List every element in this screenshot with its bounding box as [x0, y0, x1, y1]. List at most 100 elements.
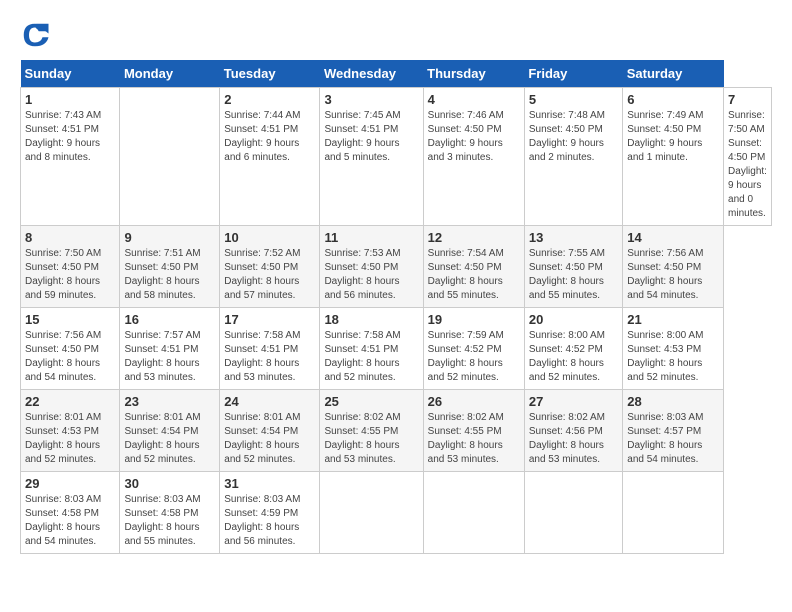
day-info: Sunrise: 7:54 AMSunset: 4:50 PMDaylight:…	[428, 248, 504, 301]
logo	[20, 20, 54, 50]
calendar-day-4: 4 Sunrise: 7:46 AMSunset: 4:50 PMDayligh…	[423, 88, 524, 226]
day-number: 3	[324, 92, 418, 107]
calendar-day-empty	[623, 472, 724, 554]
day-info: Sunrise: 8:03 AMSunset: 4:57 PMDaylight:…	[627, 412, 703, 465]
calendar-day-empty	[423, 472, 524, 554]
day-number: 7	[728, 92, 767, 107]
day-number: 27	[529, 394, 618, 409]
calendar-day-31: 31 Sunrise: 8:03 AMSunset: 4:59 PMDaylig…	[220, 472, 320, 554]
calendar-day-23: 23 Sunrise: 8:01 AMSunset: 4:54 PMDaylig…	[120, 390, 220, 472]
day-number: 30	[124, 476, 215, 491]
calendar-day-9: 9 Sunrise: 7:51 AMSunset: 4:50 PMDayligh…	[120, 226, 220, 308]
day-of-week-thursday: Thursday	[423, 60, 524, 88]
day-of-week-wednesday: Wednesday	[320, 60, 423, 88]
day-info: Sunrise: 7:52 AMSunset: 4:50 PMDaylight:…	[224, 248, 300, 301]
calendar-header-row: SundayMondayTuesdayWednesdayThursdayFrid…	[21, 60, 772, 88]
day-number: 25	[324, 394, 418, 409]
day-number: 1	[25, 92, 115, 107]
day-number: 8	[25, 230, 115, 245]
calendar: SundayMondayTuesdayWednesdayThursdayFrid…	[20, 60, 772, 554]
calendar-week-1: 1 Sunrise: 7:43 AMSunset: 4:51 PMDayligh…	[21, 88, 772, 226]
calendar-day-8: 8 Sunrise: 7:50 AMSunset: 4:50 PMDayligh…	[21, 226, 120, 308]
calendar-day-empty	[320, 472, 423, 554]
calendar-day-6: 6 Sunrise: 7:49 AMSunset: 4:50 PMDayligh…	[623, 88, 724, 226]
day-info: Sunrise: 7:50 AMSunset: 4:50 PMDaylight:…	[25, 248, 101, 301]
page-header	[20, 20, 772, 50]
calendar-day-27: 27 Sunrise: 8:02 AMSunset: 4:56 PMDaylig…	[524, 390, 622, 472]
day-number: 18	[324, 312, 418, 327]
day-info: Sunrise: 7:43 AMSunset: 4:51 PMDaylight:…	[25, 110, 101, 163]
calendar-week-2: 8 Sunrise: 7:50 AMSunset: 4:50 PMDayligh…	[21, 226, 772, 308]
day-info: Sunrise: 7:58 AMSunset: 4:51 PMDaylight:…	[224, 330, 300, 383]
calendar-day-20: 20 Sunrise: 8:00 AMSunset: 4:52 PMDaylig…	[524, 308, 622, 390]
day-number: 28	[627, 394, 719, 409]
day-info: Sunrise: 8:01 AMSunset: 4:53 PMDaylight:…	[25, 412, 101, 465]
day-number: 13	[529, 230, 618, 245]
calendar-day-24: 24 Sunrise: 8:01 AMSunset: 4:54 PMDaylig…	[220, 390, 320, 472]
day-info: Sunrise: 8:03 AMSunset: 4:58 PMDaylight:…	[124, 494, 200, 547]
calendar-day-18: 18 Sunrise: 7:58 AMSunset: 4:51 PMDaylig…	[320, 308, 423, 390]
day-number: 9	[124, 230, 215, 245]
day-number: 10	[224, 230, 315, 245]
calendar-day-22: 22 Sunrise: 8:01 AMSunset: 4:53 PMDaylig…	[21, 390, 120, 472]
day-number: 11	[324, 230, 418, 245]
day-info: Sunrise: 8:02 AMSunset: 4:55 PMDaylight:…	[428, 412, 504, 465]
calendar-day-30: 30 Sunrise: 8:03 AMSunset: 4:58 PMDaylig…	[120, 472, 220, 554]
calendar-day-3: 3 Sunrise: 7:45 AMSunset: 4:51 PMDayligh…	[320, 88, 423, 226]
calendar-day-14: 14 Sunrise: 7:56 AMSunset: 4:50 PMDaylig…	[623, 226, 724, 308]
calendar-day-19: 19 Sunrise: 7:59 AMSunset: 4:52 PMDaylig…	[423, 308, 524, 390]
day-info: Sunrise: 8:00 AMSunset: 4:53 PMDaylight:…	[627, 330, 703, 383]
day-of-week-saturday: Saturday	[623, 60, 724, 88]
day-info: Sunrise: 7:45 AMSunset: 4:51 PMDaylight:…	[324, 110, 400, 163]
day-number: 19	[428, 312, 520, 327]
day-info: Sunrise: 7:44 AMSunset: 4:51 PMDaylight:…	[224, 110, 300, 163]
day-number: 29	[25, 476, 115, 491]
day-info: Sunrise: 7:53 AMSunset: 4:50 PMDaylight:…	[324, 248, 400, 301]
day-info: Sunrise: 7:59 AMSunset: 4:52 PMDaylight:…	[428, 330, 504, 383]
calendar-day-25: 25 Sunrise: 8:02 AMSunset: 4:55 PMDaylig…	[320, 390, 423, 472]
day-info: Sunrise: 8:02 AMSunset: 4:56 PMDaylight:…	[529, 412, 605, 465]
day-of-week-monday: Monday	[120, 60, 220, 88]
calendar-day-16: 16 Sunrise: 7:57 AMSunset: 4:51 PMDaylig…	[120, 308, 220, 390]
day-info: Sunrise: 7:56 AMSunset: 4:50 PMDaylight:…	[627, 248, 703, 301]
day-number: 5	[529, 92, 618, 107]
day-number: 16	[124, 312, 215, 327]
calendar-day-10: 10 Sunrise: 7:52 AMSunset: 4:50 PMDaylig…	[220, 226, 320, 308]
calendar-week-4: 22 Sunrise: 8:01 AMSunset: 4:53 PMDaylig…	[21, 390, 772, 472]
day-info: Sunrise: 7:46 AMSunset: 4:50 PMDaylight:…	[428, 110, 504, 163]
day-info: Sunrise: 8:02 AMSunset: 4:55 PMDaylight:…	[324, 412, 400, 465]
day-info: Sunrise: 7:48 AMSunset: 4:50 PMDaylight:…	[529, 110, 605, 163]
calendar-week-3: 15 Sunrise: 7:56 AMSunset: 4:50 PMDaylig…	[21, 308, 772, 390]
calendar-day-empty	[120, 88, 220, 226]
calendar-day-17: 17 Sunrise: 7:58 AMSunset: 4:51 PMDaylig…	[220, 308, 320, 390]
day-info: Sunrise: 7:56 AMSunset: 4:50 PMDaylight:…	[25, 330, 101, 383]
day-number: 23	[124, 394, 215, 409]
day-number: 20	[529, 312, 618, 327]
day-of-week-sunday: Sunday	[21, 60, 120, 88]
calendar-day-11: 11 Sunrise: 7:53 AMSunset: 4:50 PMDaylig…	[320, 226, 423, 308]
day-info: Sunrise: 7:50 AMSunset: 4:50 PMDaylight:…	[728, 110, 767, 219]
day-number: 2	[224, 92, 315, 107]
day-number: 26	[428, 394, 520, 409]
day-number: 14	[627, 230, 719, 245]
day-number: 6	[627, 92, 719, 107]
calendar-day-5: 5 Sunrise: 7:48 AMSunset: 4:50 PMDayligh…	[524, 88, 622, 226]
logo-icon	[20, 20, 50, 50]
day-info: Sunrise: 8:00 AMSunset: 4:52 PMDaylight:…	[529, 330, 605, 383]
day-number: 24	[224, 394, 315, 409]
day-info: Sunrise: 7:58 AMSunset: 4:51 PMDaylight:…	[324, 330, 400, 383]
day-info: Sunrise: 8:01 AMSunset: 4:54 PMDaylight:…	[224, 412, 300, 465]
day-of-week-friday: Friday	[524, 60, 622, 88]
day-of-week-tuesday: Tuesday	[220, 60, 320, 88]
day-number: 12	[428, 230, 520, 245]
day-info: Sunrise: 7:55 AMSunset: 4:50 PMDaylight:…	[529, 248, 605, 301]
day-info: Sunrise: 8:03 AMSunset: 4:58 PMDaylight:…	[25, 494, 101, 547]
calendar-day-15: 15 Sunrise: 7:56 AMSunset: 4:50 PMDaylig…	[21, 308, 120, 390]
day-number: 4	[428, 92, 520, 107]
day-number: 15	[25, 312, 115, 327]
calendar-day-28: 28 Sunrise: 8:03 AMSunset: 4:57 PMDaylig…	[623, 390, 724, 472]
calendar-day-1: 1 Sunrise: 7:43 AMSunset: 4:51 PMDayligh…	[21, 88, 120, 226]
day-info: Sunrise: 7:57 AMSunset: 4:51 PMDaylight:…	[124, 330, 200, 383]
calendar-day-empty	[524, 472, 622, 554]
day-info: Sunrise: 7:49 AMSunset: 4:50 PMDaylight:…	[627, 110, 703, 163]
